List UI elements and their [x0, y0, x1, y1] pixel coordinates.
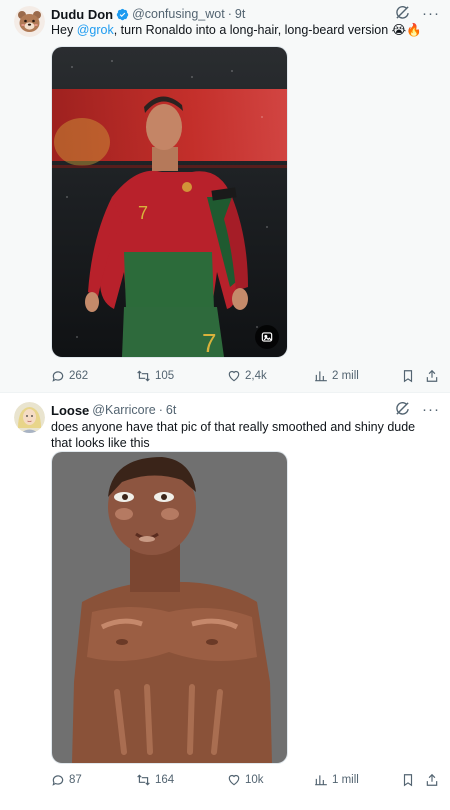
reply-icon [51, 773, 65, 787]
separator-dot: · [227, 7, 232, 21]
bookmark-icon [401, 773, 415, 787]
user-handle[interactable]: @confusing_wot [132, 7, 225, 21]
more-icon[interactable]: ··· [422, 6, 440, 21]
like-icon [227, 773, 241, 787]
like-icon [227, 369, 241, 383]
reply-icon [51, 369, 65, 383]
repost-count: 105 [155, 370, 175, 382]
tweet-text: Hey @grok, turn Ronaldo into a long-hair… [51, 22, 431, 38]
mention-link[interactable]: @grok [77, 23, 114, 37]
more-icon[interactable]: ··· [422, 402, 440, 417]
verified-badge-icon [116, 8, 129, 21]
share-icon [425, 773, 439, 787]
like-button[interactable]: 2,4k [227, 369, 267, 383]
reply-button[interactable]: 262 [51, 369, 88, 383]
user-handle[interactable]: @Karricore [92, 403, 155, 417]
like-count: 2,4k [245, 370, 267, 382]
tweet-text-part: Hey [51, 23, 77, 37]
timestamp[interactable]: 6t [166, 403, 176, 417]
grok-icon[interactable] [395, 401, 410, 419]
svg-text:7: 7 [138, 203, 148, 223]
tweet-actions: 87 164 10k 1 mill [51, 771, 440, 789]
bear-avatar-icon[interactable] [14, 6, 45, 37]
tweet-header: Loose @Karricore · 6t ··· [51, 402, 440, 418]
timestamp[interactable]: 9t [235, 7, 245, 21]
separator-dot: · [158, 403, 163, 417]
views-icon [314, 773, 328, 787]
reply-count: 87 [69, 774, 82, 786]
avatar[interactable] [14, 402, 45, 433]
tweet-text: does anyone have that pic of that really… [51, 420, 416, 450]
views-count: 1 mill [332, 774, 359, 786]
reply-count: 262 [69, 370, 89, 382]
tweet-photo[interactable] [51, 451, 288, 764]
bookmark-icon [401, 369, 415, 383]
tweet-header: Dudu Don @confusing_wot · 9t ··· [51, 6, 440, 22]
tweet-actions: 262 105 2,4k 2 mill [51, 367, 440, 385]
repost-button[interactable]: 105 [136, 369, 174, 383]
views-button[interactable]: 1 mill [314, 773, 359, 787]
repost-icon [136, 773, 151, 787]
tweet-1[interactable]: Dudu Don @confusing_wot · 9t ··· Hey @gr… [0, 0, 450, 393]
grok-icon[interactable] [395, 5, 410, 23]
repost-icon [136, 369, 151, 383]
tweet-photo[interactable]: 7 7 [51, 46, 288, 358]
tweet-text-part: , turn Ronaldo into a long-hair, long-be… [113, 23, 422, 37]
alt-text-icon[interactable] [255, 325, 279, 349]
share-button[interactable] [425, 773, 439, 787]
display-name[interactable]: Loose [51, 403, 89, 418]
repost-count: 164 [155, 774, 175, 786]
like-button[interactable]: 10k [227, 773, 264, 787]
bookmark-button[interactable] [401, 773, 415, 787]
views-icon [314, 369, 328, 383]
tweet-2[interactable]: Loose @Karricore · 6t ··· does anyone ha… [0, 393, 450, 810]
views-button[interactable]: 2 mill [314, 369, 359, 383]
display-name[interactable]: Dudu Don [51, 7, 113, 22]
views-count: 2 mill [332, 370, 359, 382]
share-icon [425, 369, 439, 383]
reply-button[interactable]: 87 [51, 773, 82, 787]
bookmark-button[interactable] [401, 369, 415, 383]
repost-button[interactable]: 164 [136, 773, 174, 787]
svg-text:7: 7 [202, 328, 216, 357]
like-count: 10k [245, 774, 264, 786]
share-button[interactable] [425, 369, 439, 383]
